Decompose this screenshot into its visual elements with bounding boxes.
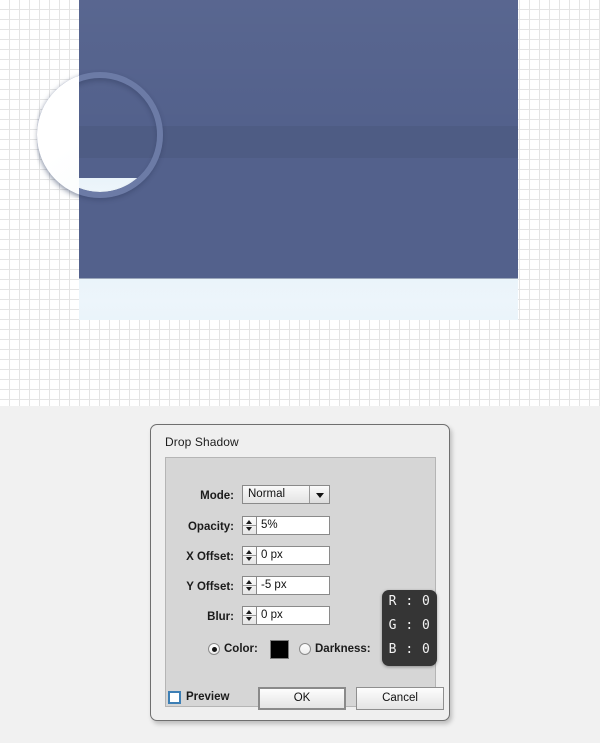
stepper-down-icon[interactable] <box>246 587 252 591</box>
rgb-readout-tooltip: R : 0 G : 0 B : 0 <box>382 590 437 666</box>
label-opacity: Opacity: <box>187 521 234 533</box>
light-panel-shape[interactable] <box>79 278 518 320</box>
dialog-title: Drop Shadow <box>165 435 239 449</box>
label-color: Color: <box>224 643 258 655</box>
stepper-down-icon[interactable] <box>246 557 252 561</box>
blur-input[interactable]: 0 px <box>257 606 330 625</box>
label-preview: Preview <box>186 691 230 703</box>
field-row-mode: Mode: Normal <box>166 485 435 507</box>
rgb-red-value: R : 0 <box>388 594 431 609</box>
x-offset-input[interactable]: 0 px <box>257 546 330 565</box>
label-darkness: Darkness: <box>315 643 371 655</box>
stepper-up-icon[interactable] <box>246 520 252 524</box>
circle-left-white-region <box>37 72 79 198</box>
stepper-down-icon[interactable] <box>246 617 252 621</box>
y-offset-input[interactable]: -5 px <box>257 576 330 595</box>
stepper-divider <box>243 615 256 616</box>
color-swatch[interactable] <box>270 640 289 659</box>
artboard-canvas[interactable] <box>0 0 600 406</box>
label-mode: Mode: <box>200 490 234 502</box>
stepper-up-icon[interactable] <box>246 610 252 614</box>
x-offset-stepper[interactable] <box>242 546 257 565</box>
label-y-offset: Y Offset: <box>186 581 234 593</box>
radio-darkness[interactable] <box>299 643 311 655</box>
y-offset-value: -5 px <box>261 579 287 591</box>
label-x-offset: X Offset: <box>186 551 234 563</box>
rgb-blue-value: B : 0 <box>388 642 431 657</box>
radio-color[interactable] <box>208 643 220 655</box>
cancel-button[interactable]: Cancel <box>356 687 444 710</box>
opacity-value: 5% <box>261 519 278 531</box>
dialog-body: Mode: Normal Opacity: 5% X Offset: 0 px … <box>165 457 444 710</box>
drop-shadow-dialog[interactable]: Drop Shadow Mode: Normal Opacity: 5% X O… <box>150 424 450 721</box>
dialog-footer: Preview OK Cancel <box>166 686 444 712</box>
stepper-down-icon[interactable] <box>246 527 252 531</box>
stepper-divider <box>243 555 256 556</box>
stepper-up-icon[interactable] <box>246 580 252 584</box>
stepper-up-icon[interactable] <box>246 550 252 554</box>
light-panel-top-edge <box>79 278 518 279</box>
label-blur: Blur: <box>207 611 234 623</box>
field-row-x-offset: X Offset: 0 px <box>166 546 435 568</box>
preview-checkbox[interactable] <box>168 691 181 704</box>
chevron-down-icon[interactable] <box>309 486 329 503</box>
rgb-green-value: G : 0 <box>388 618 431 633</box>
x-offset-value: 0 px <box>261 549 283 561</box>
blur-value: 0 px <box>261 609 283 621</box>
ok-button[interactable]: OK <box>258 687 346 710</box>
opacity-stepper[interactable] <box>242 516 257 535</box>
stepper-divider <box>243 585 256 586</box>
field-row-opacity: Opacity: 5% <box>166 516 435 538</box>
y-offset-stepper[interactable] <box>242 576 257 595</box>
blur-stepper[interactable] <box>242 606 257 625</box>
opacity-input[interactable]: 5% <box>257 516 330 535</box>
mode-select[interactable]: Normal <box>242 485 330 504</box>
mode-select-value: Normal <box>248 488 286 500</box>
stepper-divider <box>243 525 256 526</box>
